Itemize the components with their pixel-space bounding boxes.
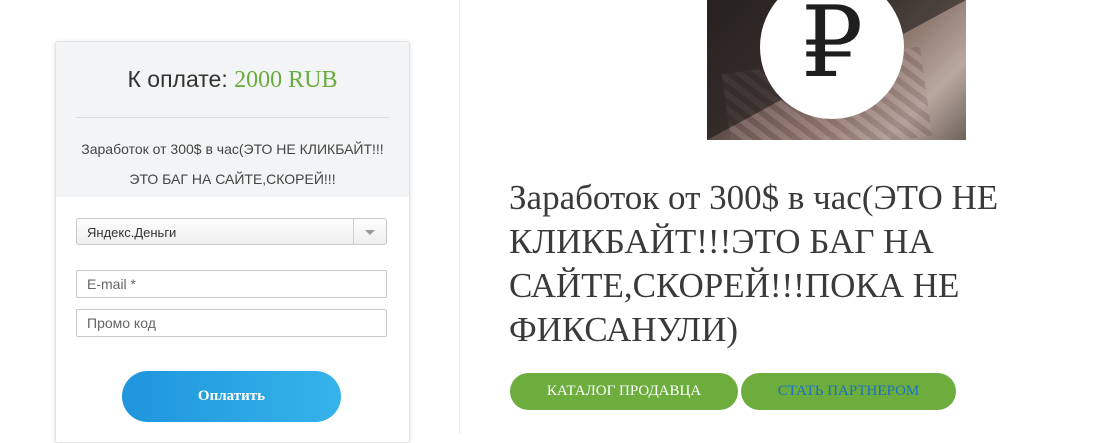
pay-button[interactable]: Оплатить (122, 371, 341, 422)
payment-method-select[interactable]: Яндекс.Деньги (76, 218, 387, 245)
chevron-down-icon (365, 230, 375, 235)
rouble-icon: ₽ (800, 0, 864, 100)
payment-header: К оплате: 2000 RUB Заработок от 300$ в ч… (56, 42, 409, 197)
header-separator (76, 117, 389, 118)
payment-description: Заработок от 300$ в час(ЭТО НЕ КЛИКБАЙТ!… (81, 141, 384, 187)
payment-card: К оплате: 2000 RUB Заработок от 300$ в ч… (55, 41, 410, 443)
email-field[interactable] (76, 270, 387, 298)
column-divider (459, 0, 460, 434)
seller-catalog-button[interactable]: КАТАЛОГ ПРОДАВЦА (510, 373, 738, 410)
payment-total: К оплате: 2000 RUB (56, 66, 409, 94)
payment-method-value: Яндекс.Деньги (87, 225, 177, 240)
become-partner-button[interactable]: СТАТЬ ПАРТНЕРОМ (741, 373, 956, 410)
total-label: К оплате: (127, 66, 228, 92)
product-image: ₽ (707, 0, 966, 140)
select-toggle[interactable] (353, 219, 386, 244)
total-amount: 2000 RUB (234, 67, 338, 93)
product-title: Заработок от 300$ в час(ЭТО НЕ КЛИКБАЙТ!… (509, 178, 999, 349)
promo-code-field[interactable] (76, 309, 387, 337)
